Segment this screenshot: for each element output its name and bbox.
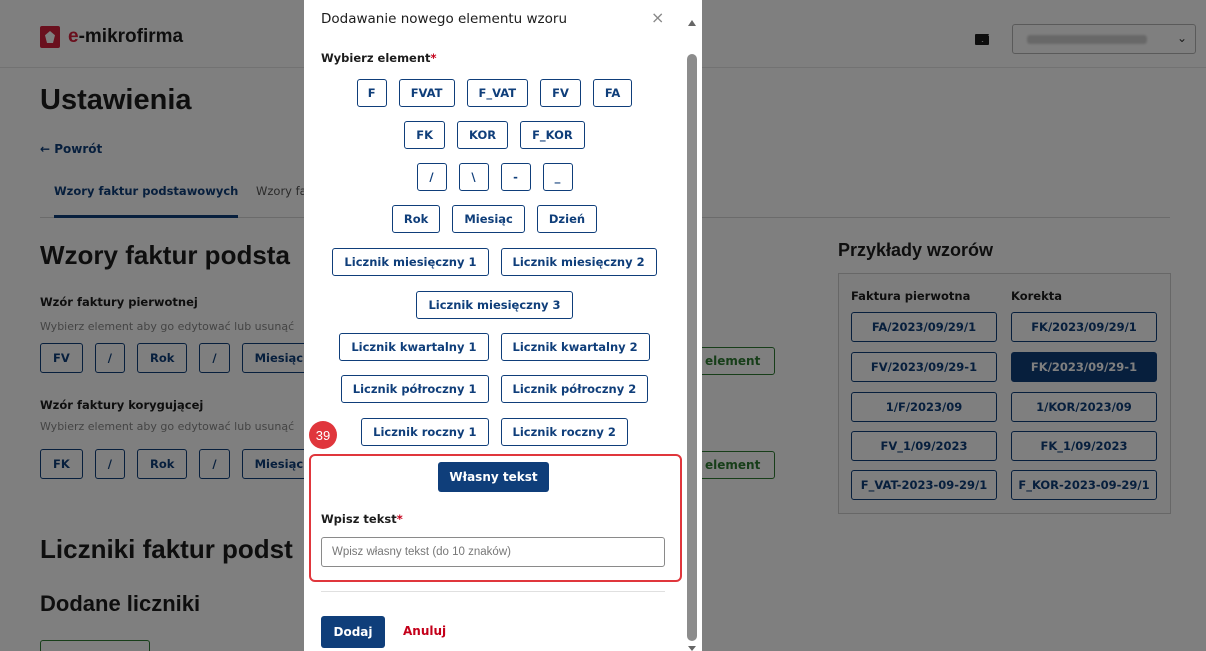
scrollbar-thumb[interactable] xyxy=(687,54,697,641)
element-button-dash[interactable]: - xyxy=(500,163,531,191)
choose-element-label: Wybierz element* xyxy=(321,51,437,65)
element-button-yearly-counter-1[interactable]: Licznik roczny 1 xyxy=(361,418,489,446)
element-button-fa[interactable]: FA xyxy=(592,79,633,107)
element-button-f-vat[interactable]: F_VAT xyxy=(466,79,529,107)
scroll-down-arrow-icon[interactable] xyxy=(688,646,696,651)
choose-element-text: Wybierz element xyxy=(321,51,431,65)
element-button-fv[interactable]: FV xyxy=(540,79,581,107)
element-row-monthly-counters: Licznik miesięczny 1 Licznik miesięczny … xyxy=(304,248,685,276)
element-button-monthly-counter-3[interactable]: Licznik miesięczny 3 xyxy=(416,291,573,319)
cancel-button[interactable]: Anuluj xyxy=(403,624,446,638)
element-button-quarterly-counter-1[interactable]: Licznik kwartalny 1 xyxy=(339,333,489,361)
required-mark: * xyxy=(396,512,403,526)
element-button-fk[interactable]: FK xyxy=(404,121,446,149)
required-mark: * xyxy=(430,51,437,65)
custom-text-input[interactable] xyxy=(321,537,665,567)
element-button-backslash[interactable]: \ xyxy=(458,163,489,191)
element-row-prefixes: F FVAT F_VAT FV FA xyxy=(304,79,685,107)
element-row-corrections: FK KOR F_KOR xyxy=(304,121,685,149)
element-button-underscore[interactable]: _ xyxy=(542,163,573,191)
element-row-dates: Rok Miesiąc Dzień xyxy=(304,205,685,233)
element-button-halfyear-counter-2[interactable]: Licznik półroczny 2 xyxy=(500,375,649,403)
modal-title: Dodawanie nowego elementu wzoru xyxy=(321,11,568,27)
element-row-separators: / \ - _ xyxy=(304,163,685,191)
element-button-year[interactable]: Rok xyxy=(391,205,441,233)
element-button-monthly-counter-2[interactable]: Licznik miesięczny 2 xyxy=(500,248,657,276)
element-button-halfyear-counter-1[interactable]: Licznik półroczny 1 xyxy=(340,375,489,403)
element-button-quarterly-counter-2[interactable]: Licznik kwartalny 2 xyxy=(500,333,650,361)
element-row-yearly-counters: Licznik roczny 1 Licznik roczny 2 xyxy=(304,418,685,446)
text-field-label: Wpisz tekst* xyxy=(321,512,403,526)
element-button-monthly-counter-1[interactable]: Licznik miesięczny 1 xyxy=(332,248,489,276)
divider xyxy=(321,591,665,592)
add-pattern-element-modal: Dodawanie nowego elementu wzoru × Wybier… xyxy=(304,0,702,651)
element-button-slash[interactable]: / xyxy=(416,163,447,191)
text-field-label-text: Wpisz tekst xyxy=(321,512,397,526)
element-row-quarterly-counters: Licznik kwartalny 1 Licznik kwartalny 2 xyxy=(304,333,685,361)
element-row-monthly-counter-3: Licznik miesięczny 3 xyxy=(304,291,685,319)
add-button[interactable]: Dodaj xyxy=(321,616,385,648)
step-badge: 39 xyxy=(309,421,337,449)
element-button-f-kor[interactable]: F_KOR xyxy=(520,121,585,149)
element-button-day[interactable]: Dzień xyxy=(536,205,598,233)
own-text-button[interactable]: Własny tekst xyxy=(438,462,549,492)
element-button-kor[interactable]: KOR xyxy=(457,121,509,149)
element-button-fvat[interactable]: FVAT xyxy=(398,79,455,107)
close-icon[interactable]: × xyxy=(651,8,664,27)
element-row-halfyear-counters: Licznik półroczny 1 Licznik półroczny 2 xyxy=(304,375,685,403)
element-button-month[interactable]: Miesiąc xyxy=(452,205,525,233)
element-button-f[interactable]: F xyxy=(356,79,387,107)
scroll-up-arrow-icon[interactable] xyxy=(688,20,696,26)
element-button-yearly-counter-2[interactable]: Licznik roczny 2 xyxy=(500,418,628,446)
